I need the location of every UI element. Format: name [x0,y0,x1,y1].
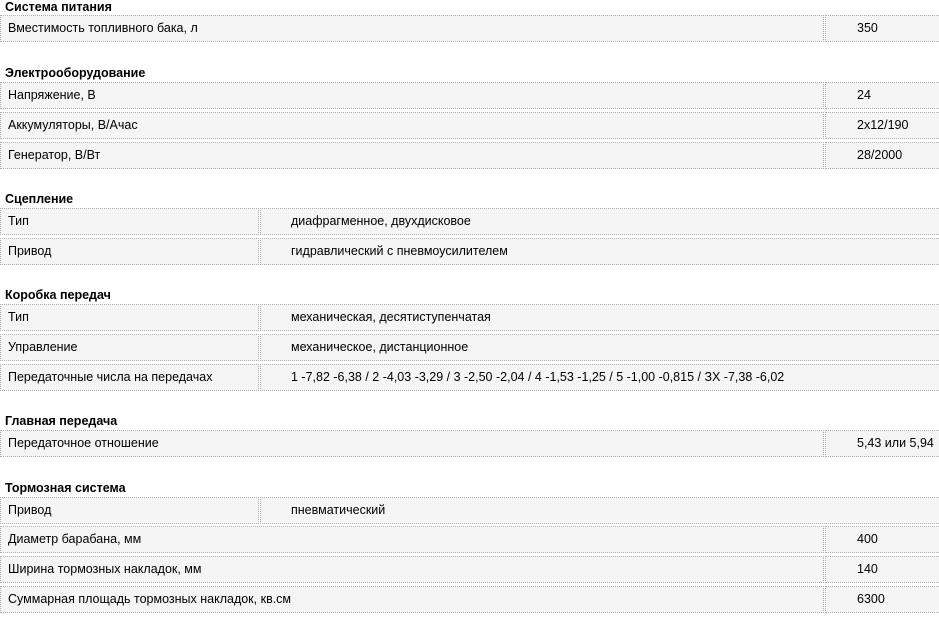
row-value: 5,43 или 5,94 [825,430,939,457]
row-label: Управление [0,334,259,361]
row-value: механическая, десятиступенчатая [260,304,939,331]
spec-page: Система питания Вместимость топливного б… [0,0,939,617]
row-value: 400 [825,526,939,553]
table-row: Привод гидравлический с пневмоусилителем [0,238,939,265]
row-value: 1 -7,82 -6,38 / 2 -4,03 -3,29 / 3 -2,50 … [260,364,939,391]
row-label: Аккумуляторы, В/Ачас [0,112,824,139]
row-value: пневматический [260,497,939,524]
row-label: Напряжение, В [0,82,824,109]
row-label: Ширина тормозных накладок, мм [0,556,824,583]
row-label: Привод [0,497,259,524]
row-value: 2x12/190 [825,112,939,139]
row-label: Передаточное отношение [0,430,824,457]
row-value: 350 [825,15,939,42]
table-row: Генератор, В/Вт 28/2000 [0,142,939,169]
section-title-gearbox: Коробка передач [5,288,111,302]
row-value: 140 [825,556,939,583]
row-label: Тип [0,304,259,331]
row-value: диафрагменное, двухдисковое [260,208,939,235]
row-label: Генератор, В/Вт [0,142,824,169]
row-value: гидравлический с пневмоусилителем [260,238,939,265]
table-row: Тип диафрагменное, двухдисковое [0,208,939,235]
row-label: Передаточные числа на передачах [0,364,259,391]
table-row: Передаточное отношение 5,43 или 5,94 [0,430,939,457]
row-value: механическое, дистанционное [260,334,939,361]
table-row: Аккумуляторы, В/Ачас 2x12/190 [0,112,939,139]
table-row: Вместимость топливного бака, л 350 [0,15,939,42]
table-row: Напряжение, В 24 [0,82,939,109]
table-row: Привод пневматический [0,497,939,524]
table-row: Передаточные числа на передачах 1 -7,82 … [0,364,939,391]
row-label: Тип [0,208,259,235]
table-row: Управление механическое, дистанционное [0,334,939,361]
row-value: 6300 [825,586,939,613]
section-title-fuel: Система питания [5,0,112,14]
row-value: 28/2000 [825,142,939,169]
section-title-brakes: Тормозная система [5,481,126,495]
row-label: Суммарная площадь тормозных накладок, кв… [0,586,824,613]
row-label: Вместимость топливного бака, л [0,15,824,42]
row-value: 24 [825,82,939,109]
section-title-final-drive: Главная передача [5,414,118,428]
table-row: Ширина тормозных накладок, мм 140 [0,556,939,583]
row-label: Диаметр барабана, мм [0,526,824,553]
section-title-clutch: Сцепление [5,192,74,206]
table-row: Диаметр барабана, мм 400 [0,526,939,553]
row-label: Привод [0,238,259,265]
table-row: Суммарная площадь тормозных накладок, кв… [0,586,939,613]
section-title-electrical: Электрооборудование [5,66,146,80]
table-row: Тип механическая, десятиступенчатая [0,304,939,331]
